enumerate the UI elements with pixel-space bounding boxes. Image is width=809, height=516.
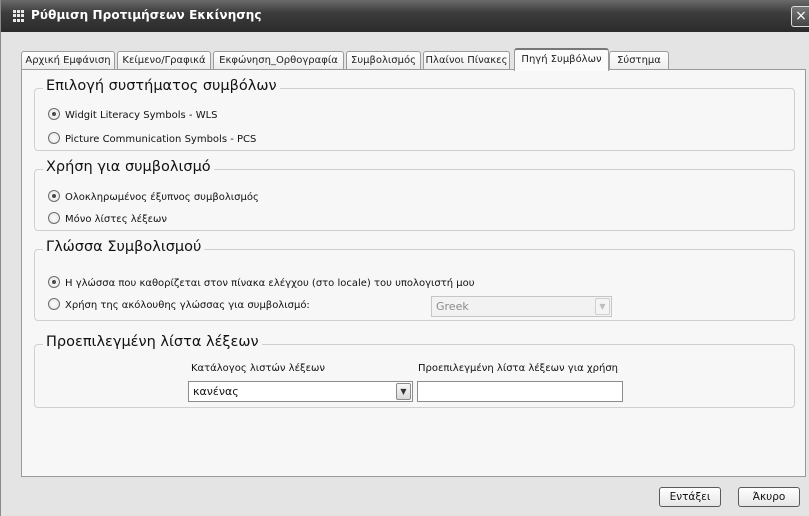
tab-text-graphics[interactable]: Κείμενο/Γραφικά <box>117 51 211 70</box>
group-legend: Επιλογή συστήματος συμβόλων <box>43 78 280 94</box>
chevron-down-icon[interactable]: ▼ <box>396 383 411 400</box>
radio-label: Widgit Literacy Symbols - WLS <box>65 110 218 121</box>
tab-speech-spelling[interactable]: Εκφώνηση_Ορθογραφία <box>213 51 344 70</box>
radio-wordlists-only[interactable]: Μόνο λίστες λέξεων <box>48 212 168 227</box>
tab-system[interactable]: Σύστημα <box>609 51 669 70</box>
default-wordlist-input[interactable] <box>417 381 623 402</box>
default-wordlist-label: Προεπιλεγμένη λίστα λέξεων για χρήση <box>418 363 618 374</box>
tab-home-view[interactable]: Αρχική Εμφάνιση <box>21 51 115 70</box>
group-symbolisation-language: Γλώσσα Συμβολισμού Η γλώσσα που καθορίζε… <box>34 239 795 321</box>
radio-label: Η γλώσσα που καθορίζεται στον πίνακα ελέ… <box>65 278 475 289</box>
title-bar[interactable]: Ρύθμιση Προτιμήσεων Εκκίνησης × <box>1 0 809 32</box>
radio-label: Picture Communication Symbols - PCS <box>65 134 257 145</box>
preferences-dialog: Ρύθμιση Προτιμήσεων Εκκίνησης × Αρχική Ε… <box>0 0 809 516</box>
tab-symbolisation[interactable]: Συμβολισμός <box>346 51 421 70</box>
radio-pcs[interactable]: Picture Communication Symbols - PCS <box>48 132 257 147</box>
tab-side-panels[interactable]: Πλαίνοι Πίνακες <box>423 51 510 70</box>
radio-checked-icon[interactable] <box>48 276 60 288</box>
chevron-down-icon[interactable]: ▼ <box>595 298 610 315</box>
radio-wls[interactable]: Widgit Literacy Symbols - WLS <box>48 108 218 123</box>
grid-icon <box>13 10 26 22</box>
radio-label: Μόνο λίστες λέξεων <box>65 214 168 225</box>
radio-checked-icon[interactable] <box>48 190 60 202</box>
group-legend: Χρήση για συμβολισμό <box>43 159 214 175</box>
cancel-button[interactable]: Άκυρο <box>738 487 800 507</box>
group-legend: Προεπιλεγμένη λίστα λέξεων <box>43 334 262 350</box>
tab-panel-symbol-source: Επιλογή συστήματος συμβόλων Widgit Liter… <box>21 69 806 477</box>
wordlist-catalog-label: Κατάλογος λιστών λέξεων <box>191 363 325 374</box>
language-select[interactable]: Greek ▼ <box>431 296 612 317</box>
radio-label: Ολοκληρωμένος έξυπνος συμβολισμός <box>65 192 259 203</box>
ok-button[interactable]: Εντάξει <box>659 487 721 507</box>
group-legend: Γλώσσα Συμβολισμού <box>43 239 205 255</box>
language-select-value: Greek <box>436 300 469 313</box>
group-default-wordlist: Προεπιλεγμένη λίστα λέξεων Κατάλογος λισ… <box>34 334 795 408</box>
radio-full-symbolisation[interactable]: Ολοκληρωμένος έξυπνος συμβολισμός <box>48 190 259 205</box>
wordlist-catalog-value: κανένας <box>193 385 239 398</box>
wordlist-catalog-select[interactable]: κανένας ▼ <box>188 381 413 402</box>
close-icon: × <box>795 8 807 24</box>
radio-locale-language[interactable]: Η γλώσσα που καθορίζεται στον πίνακα ελέ… <box>48 276 475 291</box>
radio-unchecked-icon[interactable] <box>48 212 60 224</box>
radio-unchecked-icon[interactable] <box>48 298 60 310</box>
radio-unchecked-icon[interactable] <box>48 132 60 144</box>
tab-symbol-source[interactable]: Πηγή Συμβόλων <box>514 48 609 71</box>
window-title: Ρύθμιση Προτιμήσεων Εκκίνησης <box>31 8 262 22</box>
radio-label: Χρήση της ακόλουθης γλώσσας για συμβολισ… <box>65 300 310 311</box>
group-symbol-system: Επιλογή συστήματος συμβόλων Widgit Liter… <box>34 78 795 151</box>
close-button[interactable]: × <box>791 6 809 27</box>
radio-checked-icon[interactable] <box>48 108 60 120</box>
radio-specific-language[interactable]: Χρήση της ακόλουθης γλώσσας για συμβολισ… <box>48 298 310 313</box>
group-symbolisation-use: Χρήση για συμβολισμό Ολοκληρωμένος έξυπν… <box>34 159 795 231</box>
